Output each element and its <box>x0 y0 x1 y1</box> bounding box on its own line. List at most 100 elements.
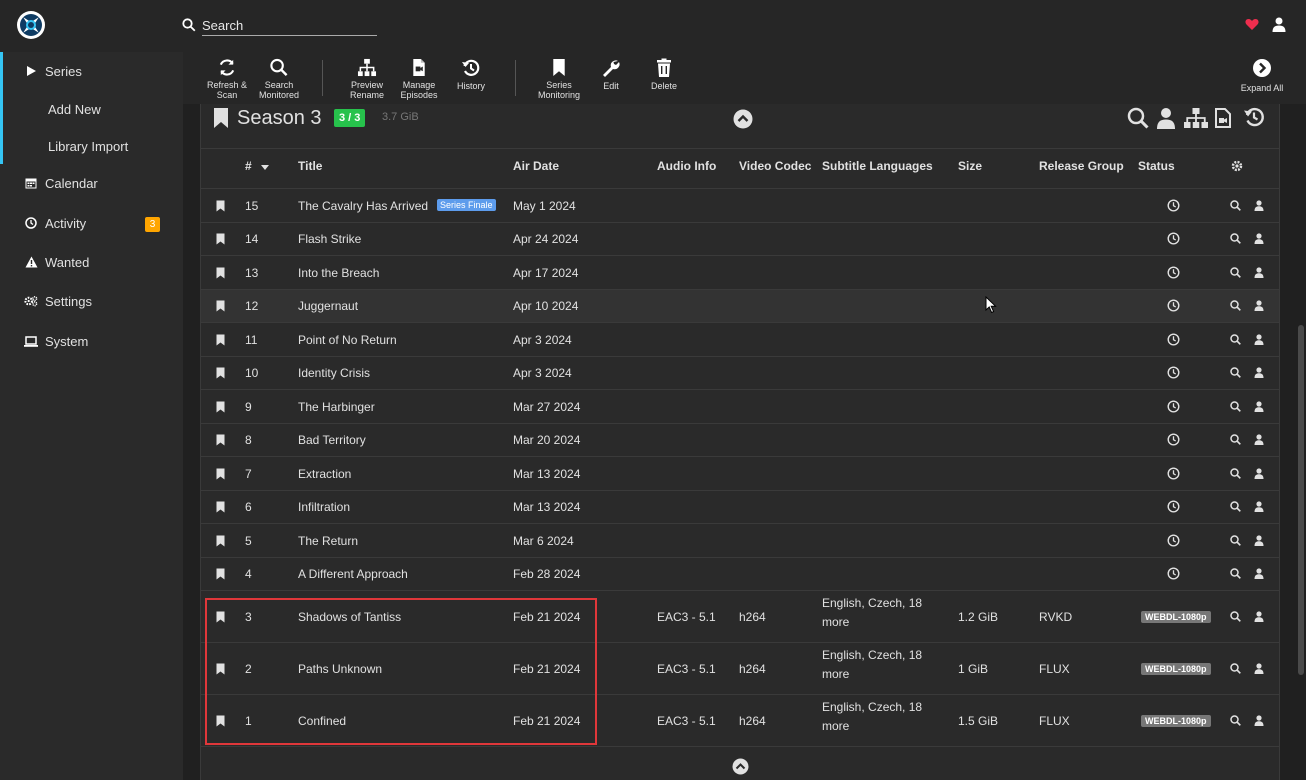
monitored-bookmark-icon[interactable] <box>216 334 225 349</box>
monitored-bookmark-icon[interactable] <box>216 233 225 248</box>
subtitle-languages-more[interactable]: more <box>822 615 849 629</box>
sidebar-item-wanted[interactable]: Wanted <box>0 243 183 281</box>
delete-button[interactable]: Delete <box>647 58 681 100</box>
episode-title[interactable]: Into the Breach <box>298 266 379 280</box>
column-header-title[interactable]: Title <box>298 159 322 173</box>
episode-interactive-search-icon[interactable] <box>1254 663 1264 677</box>
episode-interactive-search-icon[interactable] <box>1254 300 1264 314</box>
heart-icon[interactable] <box>1245 18 1259 31</box>
table-row[interactable]: 1 Confined Feb 21 2024 EAC3 - 5.1 h264 Englis… <box>201 694 1279 746</box>
episode-title[interactable]: Shadows of Tantiss <box>298 610 401 624</box>
scrollbar[interactable] <box>1298 325 1304 675</box>
sidebar-item-library-import[interactable]: Library Import <box>0 127 183 165</box>
episode-interactive-search-icon[interactable] <box>1254 200 1264 214</box>
episode-title[interactable]: Flash Strike <box>298 232 361 246</box>
table-row[interactable]: 14 Flash Strike Apr 24 2024 <box>201 221 1279 256</box>
table-row[interactable]: 11 Point of No Return Apr 3 2024 <box>201 322 1279 356</box>
monitored-bookmark-icon[interactable] <box>216 663 225 678</box>
table-row[interactable]: 5 The Return Mar 6 2024 <box>201 523 1279 557</box>
expand-all-button[interactable]: Expand All <box>1235 58 1289 100</box>
monitored-bookmark-icon[interactable] <box>216 367 225 382</box>
search-input[interactable] <box>202 16 377 36</box>
episode-title[interactable]: Confined <box>298 714 346 728</box>
episode-search-icon[interactable] <box>1230 401 1241 415</box>
episode-interactive-search-icon[interactable] <box>1254 267 1264 281</box>
sidebar-item-system[interactable]: System <box>0 322 183 360</box>
collapse-season-bottom-icon[interactable] <box>732 758 749 778</box>
episode-search-icon[interactable] <box>1230 663 1241 677</box>
table-row[interactable]: 12 Juggernaut Apr 10 2024 <box>201 288 1279 322</box>
episode-search-icon[interactable] <box>1230 334 1241 348</box>
season-history-icon[interactable] <box>1243 106 1265 128</box>
column-header-release-group[interactable]: Release Group <box>1039 159 1124 173</box>
column-header-audio-info[interactable]: Audio Info <box>657 159 716 173</box>
manage-episodes-button[interactable]: Manage Episodes <box>397 58 441 100</box>
table-row[interactable]: 9 The Harbinger Mar 27 2024 <box>201 389 1279 423</box>
user-icon[interactable] <box>1272 17 1286 32</box>
table-row[interactable]: 2 Paths Unknown Feb 21 2024 EAC3 - 5.1 h264 E… <box>201 642 1279 694</box>
episode-title[interactable]: The Harbinger <box>298 400 375 414</box>
monitored-bookmark-icon[interactable] <box>216 401 225 416</box>
subtitle-languages-more[interactable]: more <box>822 719 849 733</box>
episode-title[interactable]: Extraction <box>298 467 351 481</box>
episode-search-icon[interactable] <box>1230 715 1241 729</box>
table-row[interactable]: 10 Identity Crisis Apr 3 2024 <box>201 355 1279 390</box>
sonarr-logo-icon[interactable] <box>16 10 46 40</box>
sidebar-item-settings[interactable]: Settings <box>0 282 183 320</box>
subtitle-languages-more[interactable]: more <box>822 667 849 681</box>
table-row[interactable]: 13 Into the Breach Apr 17 2024 <box>201 255 1279 289</box>
episode-interactive-search-icon[interactable] <box>1254 233 1264 247</box>
season-interactive-search-icon[interactable] <box>1156 107 1176 129</box>
history-button[interactable]: History <box>451 58 491 100</box>
season-monitor-bookmark-icon[interactable] <box>213 107 229 129</box>
monitored-bookmark-icon[interactable] <box>216 468 225 483</box>
column-header-air-date[interactable]: Air Date <box>513 159 559 173</box>
episode-interactive-search-icon[interactable] <box>1254 715 1264 729</box>
table-row[interactable]: 6 Infiltration Mar 13 2024 <box>201 489 1279 524</box>
episode-search-icon[interactable] <box>1230 233 1241 247</box>
sidebar-item-series[interactable]: Series <box>0 52 183 90</box>
episode-search-icon[interactable] <box>1230 535 1241 549</box>
episode-search-icon[interactable] <box>1230 568 1241 582</box>
monitored-bookmark-icon[interactable] <box>216 300 225 315</box>
episode-title[interactable]: Point of No Return <box>298 333 397 347</box>
episode-title[interactable]: Identity Crisis <box>298 366 370 380</box>
table-row[interactable]: 8 Bad Territory Mar 20 2024 <box>201 422 1279 457</box>
episode-title[interactable]: Bad Territory <box>298 433 366 447</box>
episode-interactive-search-icon[interactable] <box>1254 367 1264 381</box>
episode-title[interactable]: The Cavalry Has Arrived <box>298 199 428 213</box>
episode-search-icon[interactable] <box>1230 200 1241 214</box>
table-options-gear-icon[interactable] <box>1231 160 1243 172</box>
sort-desc-icon[interactable] <box>261 165 269 170</box>
edit-button[interactable]: Edit <box>595 58 627 100</box>
column-header-subtitle-languages[interactable]: Subtitle Languages <box>822 159 933 173</box>
episode-interactive-search-icon[interactable] <box>1254 334 1264 348</box>
search-monitored-button[interactable]: Search Monitored <box>256 58 302 100</box>
episode-interactive-search-icon[interactable] <box>1254 501 1264 515</box>
monitored-bookmark-icon[interactable] <box>216 200 225 215</box>
series-monitoring-button[interactable]: Series Monitoring <box>533 58 585 100</box>
episode-interactive-search-icon[interactable] <box>1254 535 1264 549</box>
episode-title[interactable]: A Different Approach <box>298 567 408 581</box>
sidebar-item-add-new[interactable]: Add New <box>0 90 183 128</box>
episode-search-icon[interactable] <box>1230 434 1241 448</box>
season-manage-episodes-icon[interactable] <box>1215 108 1231 128</box>
episode-interactive-search-icon[interactable] <box>1254 611 1264 625</box>
monitored-bookmark-icon[interactable] <box>216 568 225 583</box>
column-header-video-codec[interactable]: Video Codec <box>739 159 811 173</box>
episode-title[interactable]: Juggernaut <box>298 299 358 313</box>
monitored-bookmark-icon[interactable] <box>216 434 225 449</box>
episode-title[interactable]: Paths Unknown <box>298 662 382 676</box>
episode-search-icon[interactable] <box>1230 267 1241 281</box>
season-search-icon[interactable] <box>1127 107 1149 129</box>
preview-rename-button[interactable]: Preview Rename <box>346 58 388 100</box>
column-header-number[interactable]: # <box>245 159 252 173</box>
column-header-size[interactable]: Size <box>958 159 982 173</box>
monitored-bookmark-icon[interactable] <box>216 267 225 282</box>
refresh-scan-button[interactable]: Refresh & Scan <box>205 58 249 100</box>
episode-interactive-search-icon[interactable] <box>1254 401 1264 415</box>
column-header-status[interactable]: Status <box>1138 159 1175 173</box>
episode-search-icon[interactable] <box>1230 501 1241 515</box>
episode-interactive-search-icon[interactable] <box>1254 568 1264 582</box>
episode-interactive-search-icon[interactable] <box>1254 468 1264 482</box>
